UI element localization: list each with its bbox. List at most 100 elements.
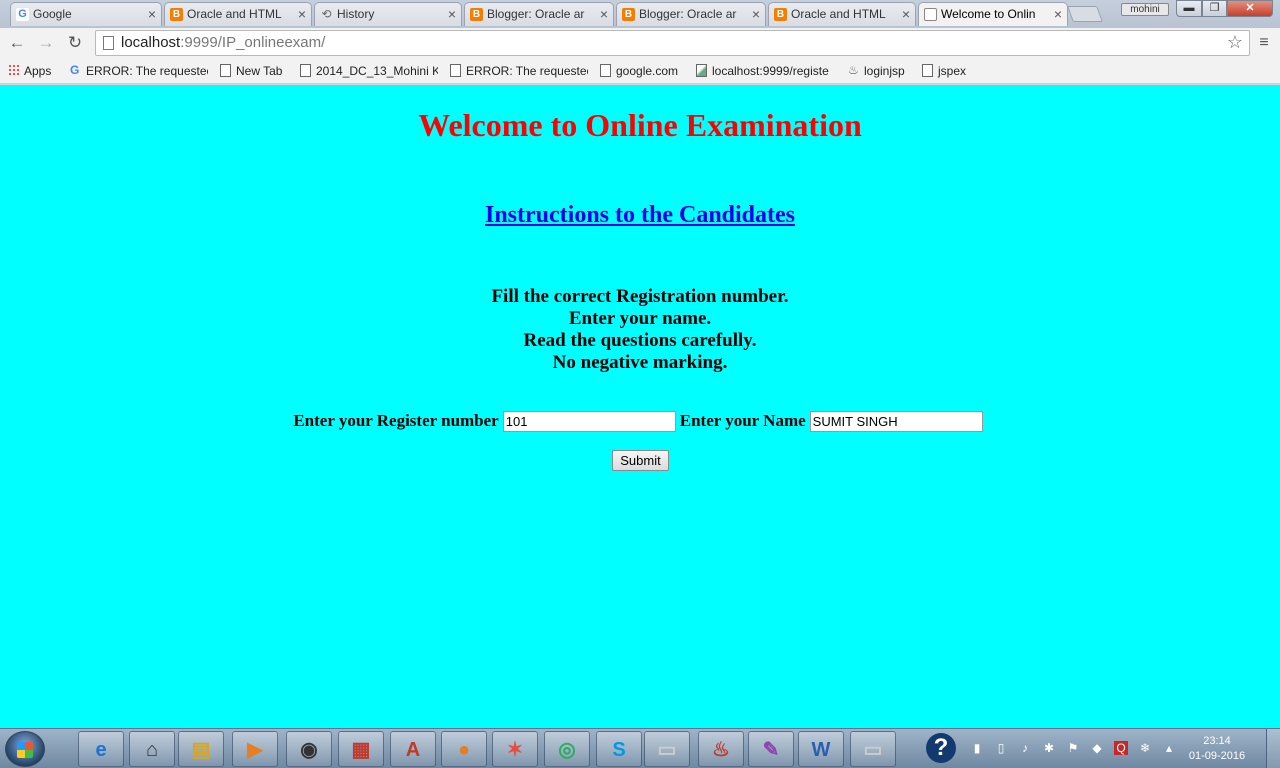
chart-tray-icon[interactable]: ▮: [970, 741, 984, 755]
java-icon[interactable]: ♨: [698, 731, 744, 767]
register-number-input[interactable]: [502, 410, 676, 432]
blogger-icon: B: [774, 8, 787, 21]
blogger-icon: B: [622, 8, 635, 21]
name-input[interactable]: [809, 410, 983, 432]
signal-icon[interactable]: ▴: [1162, 741, 1176, 755]
skype-icon[interactable]: S: [596, 731, 642, 767]
close-window-button[interactable]: ✕: [1227, 0, 1273, 17]
tab-close-icon[interactable]: ×: [752, 3, 760, 25]
bookmark-google-com[interactable]: google.com: [598, 62, 686, 80]
snowflake-icon[interactable]: ❄: [1138, 741, 1152, 755]
instruction-item: No negative marking.: [552, 352, 728, 373]
java-icon: ♨: [848, 63, 859, 77]
bookmark-new-tab[interactable]: New Tab: [218, 62, 290, 80]
reload-icon[interactable]: ↻: [64, 32, 86, 54]
history-icon: ⟲: [321, 7, 332, 21]
back-arrow-icon[interactable]: ←: [6, 32, 28, 54]
forward-arrow-icon[interactable]: →: [35, 32, 57, 54]
tab-welcome-online-exam[interactable]: Welcome to Onlin ×: [918, 2, 1068, 26]
exam-login-form: Enter your Register number Enter your Na…: [0, 410, 1280, 471]
url-text: localhost:9999/IP_onlineexam/: [121, 34, 326, 51]
tab-label: Oracle and HTML: [187, 7, 282, 21]
qq-icon[interactable]: Q: [1114, 741, 1128, 755]
bookmark-2014-dc[interactable]: 2014_DC_13_Mohini K: [298, 62, 438, 80]
instruction-item: Fill the correct Registration number.: [491, 286, 789, 307]
page-content: Welcome to Online Examination Instructio…: [0, 85, 1280, 728]
name-label: Enter your Name: [679, 411, 806, 430]
bookmark-error-1[interactable]: G ERROR: The requestec: [68, 62, 208, 80]
address-bar[interactable]: localhost:9999/IP_onlineexam/ ☆: [95, 30, 1250, 56]
notepad-icon[interactable]: ▭: [644, 731, 690, 767]
image-icon: [696, 64, 707, 77]
tab-close-icon[interactable]: ×: [600, 3, 608, 25]
acrobat-reader-icon[interactable]: A: [390, 731, 436, 767]
notepad-2-icon[interactable]: ▭: [850, 731, 896, 767]
windows-logo-icon: [17, 742, 33, 758]
tab-close-icon[interactable]: ×: [448, 3, 456, 25]
blogger-icon: B: [170, 8, 183, 21]
bookmark-localhost-register[interactable]: localhost:9999/registe: [694, 62, 834, 80]
webcam-icon[interactable]: ◉: [286, 731, 332, 767]
tab-label: Blogger: Oracle ar: [487, 7, 585, 21]
word-icon[interactable]: W: [798, 731, 844, 767]
form-row: Enter your Register number Enter your Na…: [0, 410, 1280, 432]
show-desktop-button[interactable]: [1266, 729, 1280, 768]
tab-blogger-2[interactable]: B Blogger: Oracle ar ×: [616, 2, 766, 26]
bookmark-star-icon[interactable]: ☆: [1227, 32, 1243, 53]
bookmark-apps[interactable]: Apps: [6, 62, 62, 80]
network-warning-icon[interactable]: ⚑: [1066, 741, 1080, 755]
page-icon: [600, 64, 611, 77]
paint-icon[interactable]: ✎: [748, 731, 794, 767]
volume-icon[interactable]: ♪: [1018, 741, 1032, 755]
start-button[interactable]: [5, 731, 45, 767]
google-icon: G: [70, 63, 80, 77]
minimize-button[interactable]: ▬: [1176, 0, 1202, 17]
instruction-item: Enter your name.: [568, 308, 712, 329]
page-icon: [300, 64, 311, 77]
hp-icon[interactable]: ⌂: [129, 731, 175, 767]
tab-close-icon[interactable]: ×: [1054, 3, 1062, 25]
apps-icon: [8, 64, 21, 77]
firefox-icon[interactable]: ●: [441, 731, 487, 767]
help-icon[interactable]: ?: [926, 733, 956, 763]
system-tray: ? ▮ ▯ ♪ ✱ ⚑ ◆ Q ❄ ▴ 23:14 01-09-2016: [920, 729, 1280, 768]
submit-button[interactable]: Submit: [612, 450, 669, 471]
media-player-icon[interactable]: ▶: [232, 731, 278, 767]
instructions-heading: Instructions to the Candidates: [0, 202, 1280, 229]
tab-oracle-html-2[interactable]: B Oracle and HTML ×: [768, 2, 916, 26]
bookmark-jspex[interactable]: jspex: [920, 62, 972, 80]
tab-blogger-1[interactable]: B Blogger: Oracle ar ×: [464, 2, 614, 26]
paint-splash-icon[interactable]: ✶: [492, 731, 538, 767]
page-icon: [220, 64, 231, 77]
new-tab-button[interactable]: [1067, 6, 1103, 22]
bluetooth-icon[interactable]: ✱: [1042, 741, 1056, 755]
tab-close-icon[interactable]: ×: [148, 3, 156, 25]
tab-close-icon[interactable]: ×: [298, 3, 306, 25]
tray-app-icon[interactable]: ◆: [1090, 741, 1104, 755]
windows-taskbar: e ⌂ ▤ ▶ ◉ ▦ A ● ✶ ◎ S ▭ ♨ ✎ W ▭ ? ▮ ▯ ♪ …: [0, 728, 1280, 768]
tab-close-icon[interactable]: ×: [902, 3, 910, 25]
menu-icon[interactable]: ≡: [1254, 32, 1274, 54]
maximize-button[interactable]: ❐: [1202, 0, 1227, 17]
tab-google[interactable]: G Google ×: [10, 2, 162, 26]
page-icon: [103, 36, 114, 50]
instruction-item: Read the questions carefully.: [523, 330, 757, 351]
tab-oracle-html-1[interactable]: B Oracle and HTML ×: [164, 2, 312, 26]
battery-icon[interactable]: ▯: [994, 741, 1008, 755]
tab-label: Google: [33, 7, 72, 21]
tab-history[interactable]: ⟲ History ×: [314, 2, 462, 26]
bookmark-error-2[interactable]: ERROR: The requestec: [448, 62, 588, 80]
presentation-icon[interactable]: ▦: [338, 731, 384, 767]
register-number-label: Enter your Register number: [293, 411, 499, 430]
clock-date: 01-09-2016: [1188, 750, 1246, 762]
file-explorer-icon[interactable]: ▤: [178, 731, 224, 767]
tab-label: Welcome to Onlin: [941, 7, 1036, 21]
tab-label: Blogger: Oracle ar: [639, 7, 737, 21]
internet-explorer-icon[interactable]: e: [78, 731, 124, 767]
instructions-link[interactable]: Instructions to the Candidates: [485, 202, 795, 228]
clock[interactable]: 23:14 01-09-2016: [1182, 734, 1252, 764]
chrome-icon[interactable]: ◎: [544, 731, 590, 767]
user-badge[interactable]: mohini: [1121, 3, 1169, 16]
bookmarks-bar: Apps G ERROR: The requestec New Tab 2014…: [0, 58, 1280, 84]
bookmark-loginjsp[interactable]: ♨ loginjsp: [846, 62, 912, 80]
